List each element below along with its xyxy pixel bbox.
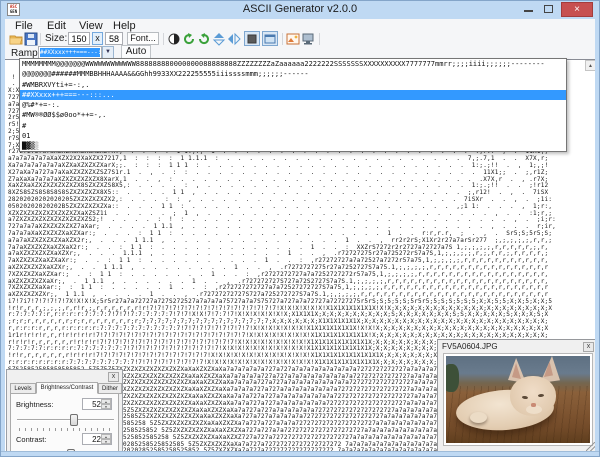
contrast-label: Contrast:	[16, 435, 47, 444]
minimize-button[interactable]	[520, 2, 538, 17]
preview-title: FV5A0604.JPG	[442, 342, 498, 351]
width-input[interactable]	[68, 32, 90, 45]
ramp-option[interactable]: @%#*+=-:.	[20, 100, 566, 110]
brightness-label: Brightness:	[16, 400, 54, 409]
ramp-option[interactable]: #WMBRXVYti+=-:,.	[20, 80, 566, 90]
app-window: ASC GEN ASCII Generator v2.0.0 × File Edi…	[0, 0, 600, 457]
close-button[interactable]: ×	[561, 2, 593, 17]
toolbar-separator	[319, 33, 320, 45]
toolbar-separator	[282, 33, 283, 45]
brightness-spinner[interactable]: 52 ▲ ▼	[82, 398, 112, 410]
ramp-option[interactable]: 01	[20, 131, 566, 141]
spin-down-icon[interactable]: ▼	[101, 439, 111, 444]
ramp-dropdown-list[interactable]: MMMMMMMM@@@@@@@WWWWWWWWWWWW8888888800000…	[19, 58, 567, 152]
save-button[interactable]	[24, 32, 38, 46]
ramp-option[interactable]: #MW®®ØØ$$ø0oo*++=-,.	[20, 110, 566, 120]
adjust-panel-close-button[interactable]: x	[108, 372, 119, 382]
menu-bar: File Edit View Help	[5, 19, 597, 33]
flip-horizontal-button[interactable]	[227, 32, 241, 46]
maximize-button[interactable]	[540, 2, 558, 17]
open-file-button[interactable]	[9, 32, 23, 46]
slider-track	[17, 419, 114, 421]
toolbar-main: Size: x Font...	[5, 31, 597, 47]
picture-button[interactable]	[286, 32, 300, 46]
brightness-contrast-page: Brightness: 52 ▲ ▼ Contrast: 22 ▲ ▼	[10, 394, 119, 452]
tab-dither[interactable]: Dither	[98, 383, 122, 394]
ramp-option[interactable]: █▓▒░	[20, 141, 566, 151]
photo-frame	[443, 353, 593, 446]
contrast-value: 22	[92, 435, 101, 444]
toolbar-separator	[40, 33, 41, 45]
brightness-slider[interactable]	[17, 413, 114, 427]
spin-down-icon[interactable]: ▼	[101, 404, 111, 409]
ramp-combobox-value: ##XXxxx+++===---:::...	[40, 48, 100, 57]
ramp-option[interactable]: ##XXxxx+++===---:::...	[20, 89, 566, 101]
slider-ticks	[19, 428, 114, 431]
background-object	[446, 364, 459, 392]
resize-grip[interactable]	[586, 442, 595, 451]
minimize-icon	[524, 10, 533, 12]
image-preview-panel[interactable]: FV5A0604.JPG x	[437, 339, 597, 453]
cat-paw	[470, 412, 487, 423]
title-bar[interactable]: ASC GEN ASCII Generator v2.0.0 ×	[1, 1, 599, 19]
ramp-option[interactable]: MMMMMMMM@@@@@@@WWWWWWWWWWWW8888888800000…	[20, 59, 566, 69]
cat-photo	[446, 356, 590, 443]
rotate-left-button[interactable]	[182, 32, 196, 46]
tab-brightness-contrast[interactable]: Brightness/Contrast	[36, 382, 98, 394]
image-to-window-toggle[interactable]	[262, 31, 278, 46]
window-border	[595, 19, 599, 456]
black-on-white-toggle[interactable]	[244, 31, 260, 46]
brightness-slider-thumb[interactable]	[70, 414, 78, 426]
height-input[interactable]	[105, 32, 123, 45]
menu-help[interactable]: Help	[109, 20, 140, 32]
brightness-value: 52	[92, 400, 101, 409]
maximize-icon	[544, 5, 553, 13]
font-button[interactable]: Font...	[127, 32, 159, 45]
ramp-option[interactable]: @@@@@@@######MMMBBHHHAAAA&&GGhh9933XX222…	[20, 69, 566, 79]
toolbar-separator	[163, 33, 164, 45]
cat-nose	[531, 403, 536, 407]
size-label: Size:	[45, 33, 68, 44]
menu-file[interactable]: File	[11, 20, 37, 32]
adjust-panel[interactable]: x Levels Brightness/Contrast Dither Brig…	[6, 369, 123, 453]
rotate-right-button[interactable]	[197, 32, 211, 46]
contrast-spinner[interactable]: 22 ▲ ▼	[82, 433, 112, 445]
window-border	[1, 451, 599, 456]
window-title: ASCII Generator v2.0.0	[242, 3, 358, 15]
tab-levels[interactable]: Levels	[10, 383, 36, 394]
monitor-button[interactable]	[301, 32, 315, 46]
window-border	[1, 19, 5, 456]
invert-icon-button[interactable]	[167, 32, 181, 46]
ramp-option[interactable]: #	[20, 121, 566, 131]
menu-edit[interactable]: Edit	[43, 20, 70, 32]
auto-toggle-button[interactable]: Auto	[121, 45, 151, 59]
flip-vertical-button[interactable]	[212, 32, 226, 46]
preview-close-button[interactable]: x	[583, 342, 594, 352]
size-link-button[interactable]: x	[92, 32, 103, 45]
menu-view[interactable]: View	[75, 20, 107, 32]
